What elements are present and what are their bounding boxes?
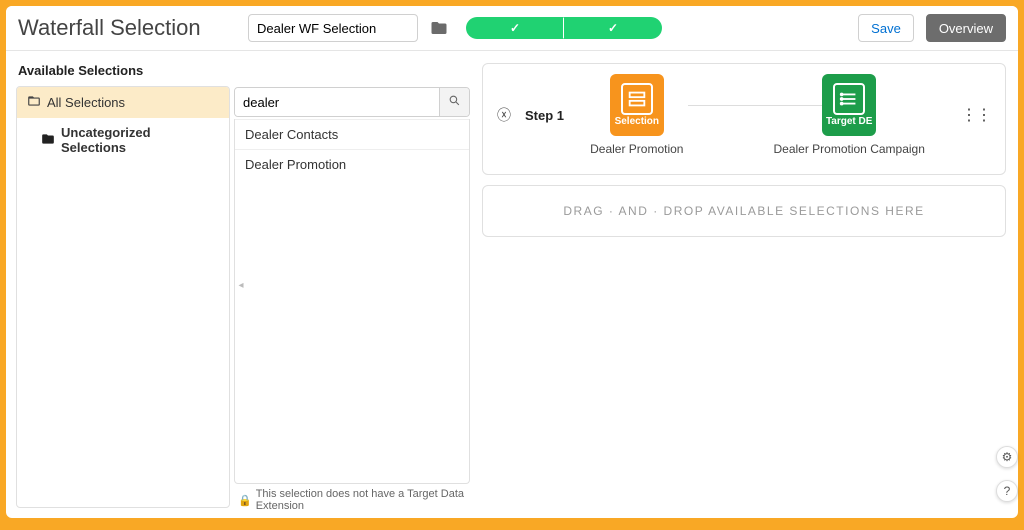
- selection-badge-label: Selection: [615, 116, 659, 127]
- sidebar: Available Selections All Selections Unca…: [6, 51, 230, 518]
- tree-item-label: Uncategorized Selections: [61, 125, 219, 155]
- selections-panel: Dealer Contacts Dealer Promotion 🔒 This …: [230, 51, 474, 518]
- selection-name-input[interactable]: [248, 14, 418, 42]
- tree-item-uncategorized[interactable]: Uncategorized Selections: [17, 118, 229, 162]
- folder-icon: [41, 132, 55, 149]
- progress-step-1[interactable]: ✓: [466, 17, 564, 39]
- help-button[interactable]: ?: [996, 480, 1018, 502]
- search-input[interactable]: [235, 88, 439, 116]
- progress-indicator: ✓ ✓: [466, 17, 662, 39]
- overview-button[interactable]: Overview: [926, 14, 1006, 42]
- search-wrap: [234, 87, 470, 117]
- result-row[interactable]: Dealer Contacts: [235, 119, 469, 149]
- tree-item-all-selections[interactable]: All Selections: [17, 87, 229, 118]
- folder-open-icon: [27, 94, 41, 111]
- selection-icon: [621, 83, 653, 115]
- lock-icon: 🔒: [238, 494, 252, 507]
- target-node[interactable]: Target DE Dealer Promotion Campaign: [773, 74, 924, 156]
- folder-icon[interactable]: [430, 19, 448, 37]
- canvas: ⓧ Step 1 Selection Dealer Promotion: [474, 51, 1018, 518]
- footnote-text: This selection does not have a Target Da…: [256, 488, 466, 512]
- tree-item-label: All Selections: [47, 95, 125, 110]
- target-icon: [833, 83, 865, 115]
- remove-step-button[interactable]: ⓧ: [497, 105, 511, 125]
- dropzone[interactable]: DRAG · AND · DROP AVAILABLE SELECTIONS H…: [482, 185, 1006, 237]
- progress-step-2[interactable]: ✓: [564, 17, 662, 39]
- sidebar-section-title: Available Selections: [16, 59, 230, 86]
- search-results: Dealer Contacts Dealer Promotion: [234, 119, 470, 484]
- selection-node-title: Dealer Promotion: [590, 142, 683, 156]
- target-badge-label: Target DE: [826, 116, 873, 127]
- folder-tree: All Selections Uncategorized Selections: [16, 86, 230, 508]
- save-button[interactable]: Save: [858, 14, 914, 42]
- search-button[interactable]: [439, 88, 469, 116]
- step-label: Step 1: [525, 108, 564, 123]
- page-title: Waterfall Selection: [18, 15, 228, 41]
- target-node-title: Dealer Promotion Campaign: [773, 142, 924, 156]
- result-row[interactable]: Dealer Promotion: [235, 149, 469, 179]
- check-icon: ✓: [608, 21, 618, 35]
- step-card: ⓧ Step 1 Selection Dealer Promotion: [482, 63, 1006, 175]
- header-bar: Waterfall Selection ✓ ✓ Save Overview: [6, 6, 1018, 51]
- reorder-handle[interactable]: ⋮⋮: [961, 105, 991, 125]
- search-icon: [448, 95, 461, 110]
- settings-button[interactable]: ⚙: [996, 446, 1018, 468]
- selection-node[interactable]: Selection Dealer Promotion: [590, 74, 683, 156]
- footnote: 🔒 This selection does not have a Target …: [234, 484, 470, 518]
- panel-resize-handle[interactable]: ◂: [238, 276, 244, 294]
- check-icon: ✓: [510, 21, 520, 35]
